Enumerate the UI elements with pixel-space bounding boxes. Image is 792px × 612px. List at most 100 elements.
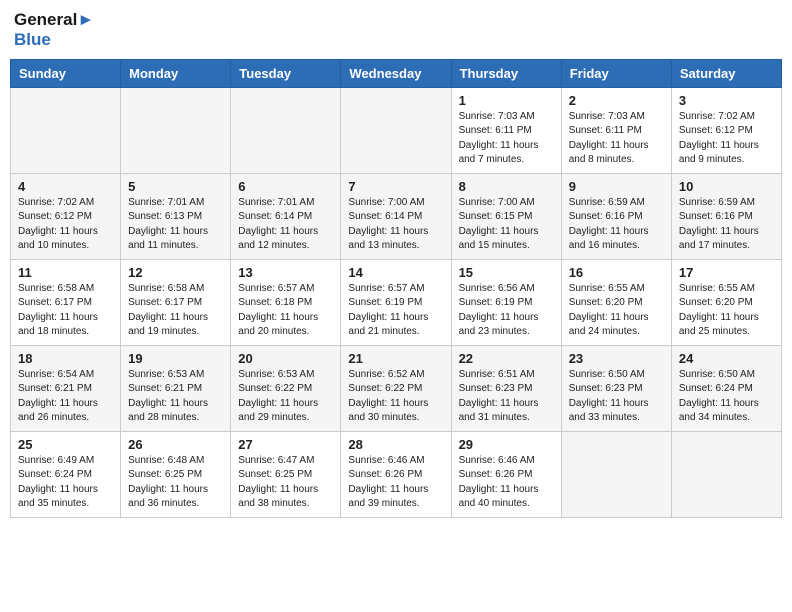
day-number: 25 <box>18 437 113 452</box>
day-info: Sunrise: 6:46 AM Sunset: 6:26 PM Dayligh… <box>459 454 554 512</box>
col-header-friday: Friday <box>561 59 671 87</box>
col-header-monday: Monday <box>121 59 231 87</box>
day-info: Sunrise: 7:00 AM Sunset: 6:14 PM Dayligh… <box>348 196 443 254</box>
day-number: 28 <box>348 437 443 452</box>
day-number: 7 <box>348 179 443 194</box>
logo: General► Blue <box>14 10 94 51</box>
day-info: Sunrise: 6:48 AM Sunset: 6:25 PM Dayligh… <box>128 454 223 512</box>
day-number: 19 <box>128 351 223 366</box>
day-info: Sunrise: 6:59 AM Sunset: 6:16 PM Dayligh… <box>679 196 774 254</box>
calendar-cell: 21 Sunrise: 6:52 AM Sunset: 6:22 PM Dayli… <box>341 345 451 431</box>
day-number: 8 <box>459 179 554 194</box>
col-header-wednesday: Wednesday <box>341 59 451 87</box>
day-info: Sunrise: 6:55 AM Sunset: 6:20 PM Dayligh… <box>569 282 664 340</box>
day-number: 5 <box>128 179 223 194</box>
day-info: Sunrise: 6:54 AM Sunset: 6:21 PM Dayligh… <box>18 368 113 426</box>
day-info: Sunrise: 6:46 AM Sunset: 6:26 PM Dayligh… <box>348 454 443 512</box>
calendar-cell: 19 Sunrise: 6:53 AM Sunset: 6:21 PM Dayli… <box>121 345 231 431</box>
col-header-tuesday: Tuesday <box>231 59 341 87</box>
calendar-cell: 15Sunrise: 6:56 AM Sunset: 6:19 PM Dayli… <box>451 259 561 345</box>
day-info: Sunrise: 6:59 AM Sunset: 6:16 PM Dayligh… <box>569 196 664 254</box>
calendar-cell: 23Sunrise: 6:50 AM Sunset: 6:23 PM Dayli… <box>561 345 671 431</box>
day-info: Sunrise: 6:57 AM Sunset: 6:19 PM Dayligh… <box>348 282 443 340</box>
calendar-cell: 27 Sunrise: 6:47 AM Sunset: 6:25 PM Dayli… <box>231 431 341 517</box>
week-row-2: 4 Sunrise: 7:02 AM Sunset: 6:12 PM Daylig… <box>11 173 782 259</box>
calendar-cell: 20 Sunrise: 6:53 AM Sunset: 6:22 PM Dayli… <box>231 345 341 431</box>
calendar-cell: 22 Sunrise: 6:51 AM Sunset: 6:23 PM Dayli… <box>451 345 561 431</box>
calendar-cell: 13 Sunrise: 6:57 AM Sunset: 6:18 PM Dayli… <box>231 259 341 345</box>
col-header-saturday: Saturday <box>671 59 781 87</box>
day-info: Sunrise: 6:53 AM Sunset: 6:21 PM Dayligh… <box>128 368 223 426</box>
day-number: 21 <box>348 351 443 366</box>
day-info: Sunrise: 6:57 AM Sunset: 6:18 PM Dayligh… <box>238 282 333 340</box>
day-number: 18 <box>18 351 113 366</box>
day-number: 29 <box>459 437 554 452</box>
day-info: Sunrise: 6:58 AM Sunset: 6:17 PM Dayligh… <box>128 282 223 340</box>
calendar-table: SundayMondayTuesdayWednesdayThursdayFrid… <box>10 59 782 518</box>
day-info: Sunrise: 7:00 AM Sunset: 6:15 PM Dayligh… <box>459 196 554 254</box>
calendar-cell: 14 Sunrise: 6:57 AM Sunset: 6:19 PM Dayli… <box>341 259 451 345</box>
day-info: Sunrise: 7:02 AM Sunset: 6:12 PM Dayligh… <box>18 196 113 254</box>
day-info: Sunrise: 6:50 AM Sunset: 6:23 PM Dayligh… <box>569 368 664 426</box>
calendar-cell: 11 Sunrise: 6:58 AM Sunset: 6:17 PM Dayli… <box>11 259 121 345</box>
day-number: 4 <box>18 179 113 194</box>
day-number: 24 <box>679 351 774 366</box>
calendar-cell: 2 Sunrise: 7:03 AM Sunset: 6:11 PM Daylig… <box>561 87 671 173</box>
day-number: 6 <box>238 179 333 194</box>
day-info: Sunrise: 6:56 AM Sunset: 6:19 PM Dayligh… <box>459 282 554 340</box>
calendar-cell: 7 Sunrise: 7:00 AM Sunset: 6:14 PM Daylig… <box>341 173 451 259</box>
day-number: 9 <box>569 179 664 194</box>
day-info: Sunrise: 6:58 AM Sunset: 6:17 PM Dayligh… <box>18 282 113 340</box>
day-info: Sunrise: 6:53 AM Sunset: 6:22 PM Dayligh… <box>238 368 333 426</box>
calendar-cell: 8 Sunrise: 7:00 AM Sunset: 6:15 PM Daylig… <box>451 173 561 259</box>
day-info: Sunrise: 6:50 AM Sunset: 6:24 PM Dayligh… <box>679 368 774 426</box>
calendar-cell <box>231 87 341 173</box>
calendar-cell <box>341 87 451 173</box>
calendar-cell: 28 Sunrise: 6:46 AM Sunset: 6:26 PM Dayli… <box>341 431 451 517</box>
day-number: 16 <box>569 265 664 280</box>
calendar-cell: 18 Sunrise: 6:54 AM Sunset: 6:21 PM Dayli… <box>11 345 121 431</box>
day-number: 12 <box>128 265 223 280</box>
calendar-cell: 16 Sunrise: 6:55 AM Sunset: 6:20 PM Dayli… <box>561 259 671 345</box>
col-header-sunday: Sunday <box>11 59 121 87</box>
calendar-cell: 17 Sunrise: 6:55 AM Sunset: 6:20 PM Dayli… <box>671 259 781 345</box>
calendar-cell <box>121 87 231 173</box>
day-number: 10 <box>679 179 774 194</box>
day-info: Sunrise: 7:01 AM Sunset: 6:13 PM Dayligh… <box>128 196 223 254</box>
day-number: 2 <box>569 93 664 108</box>
calendar-cell: 1Sunrise: 7:03 AM Sunset: 6:11 PM Daylig… <box>451 87 561 173</box>
day-info: Sunrise: 7:03 AM Sunset: 6:11 PM Dayligh… <box>569 110 664 168</box>
day-number: 13 <box>238 265 333 280</box>
day-info: Sunrise: 7:01 AM Sunset: 6:14 PM Dayligh… <box>238 196 333 254</box>
day-number: 11 <box>18 265 113 280</box>
day-number: 3 <box>679 93 774 108</box>
day-number: 1 <box>459 93 554 108</box>
week-row-5: 25 Sunrise: 6:49 AM Sunset: 6:24 PM Dayli… <box>11 431 782 517</box>
calendar-cell: 26 Sunrise: 6:48 AM Sunset: 6:25 PM Dayli… <box>121 431 231 517</box>
day-info: Sunrise: 6:51 AM Sunset: 6:23 PM Dayligh… <box>459 368 554 426</box>
day-info: Sunrise: 6:52 AM Sunset: 6:22 PM Dayligh… <box>348 368 443 426</box>
calendar-cell: 25 Sunrise: 6:49 AM Sunset: 6:24 PM Dayli… <box>11 431 121 517</box>
day-info: Sunrise: 7:02 AM Sunset: 6:12 PM Dayligh… <box>679 110 774 168</box>
calendar-cell: 24 Sunrise: 6:50 AM Sunset: 6:24 PM Dayli… <box>671 345 781 431</box>
day-number: 20 <box>238 351 333 366</box>
day-info: Sunrise: 6:49 AM Sunset: 6:24 PM Dayligh… <box>18 454 113 512</box>
day-number: 14 <box>348 265 443 280</box>
calendar-cell: 12 Sunrise: 6:58 AM Sunset: 6:17 PM Dayli… <box>121 259 231 345</box>
calendar-cell: 3 Sunrise: 7:02 AM Sunset: 6:12 PM Daylig… <box>671 87 781 173</box>
calendar-cell: 10 Sunrise: 6:59 AM Sunset: 6:16 PM Dayli… <box>671 173 781 259</box>
day-info: Sunrise: 6:47 AM Sunset: 6:25 PM Dayligh… <box>238 454 333 512</box>
calendar-cell <box>671 431 781 517</box>
week-row-4: 18 Sunrise: 6:54 AM Sunset: 6:21 PM Dayli… <box>11 345 782 431</box>
day-number: 26 <box>128 437 223 452</box>
day-number: 27 <box>238 437 333 452</box>
day-number: 17 <box>679 265 774 280</box>
week-row-3: 11 Sunrise: 6:58 AM Sunset: 6:17 PM Dayli… <box>11 259 782 345</box>
calendar-cell <box>561 431 671 517</box>
col-header-thursday: Thursday <box>451 59 561 87</box>
day-info: Sunrise: 6:55 AM Sunset: 6:20 PM Dayligh… <box>679 282 774 340</box>
calendar-cell: 4 Sunrise: 7:02 AM Sunset: 6:12 PM Daylig… <box>11 173 121 259</box>
header-row: SundayMondayTuesdayWednesdayThursdayFrid… <box>11 59 782 87</box>
day-number: 22 <box>459 351 554 366</box>
calendar-cell <box>11 87 121 173</box>
